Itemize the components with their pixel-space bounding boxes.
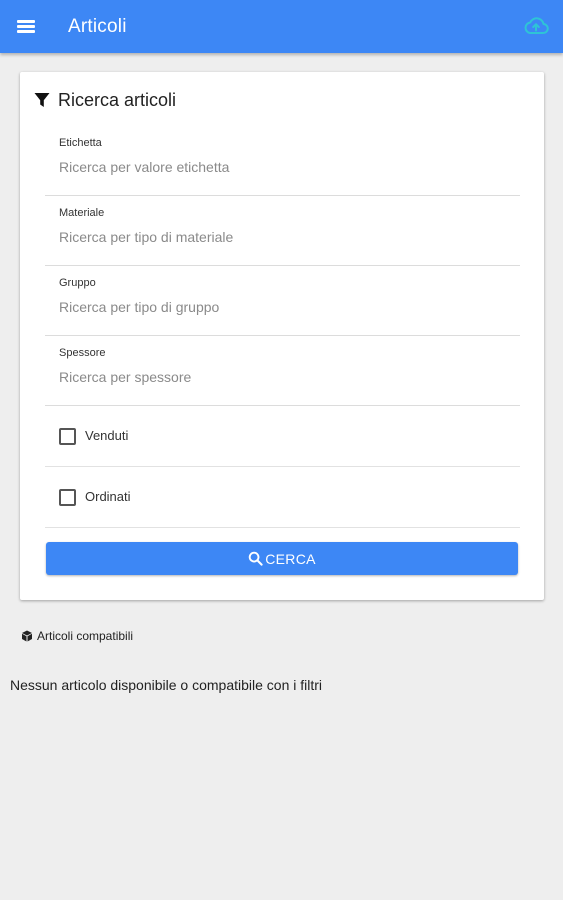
- compatible-articles-label: Articoli compatibili: [37, 629, 134, 643]
- ordinati-checkbox-row[interactable]: Ordinati: [45, 467, 520, 528]
- filter-icon: [34, 93, 50, 107]
- materiale-label: Materiale: [59, 207, 105, 219]
- etichetta-label: Etichetta: [59, 137, 102, 149]
- app-bar: Articoli: [0, 0, 563, 53]
- card-title: Ricerca articoli: [58, 89, 177, 110]
- page-title: Articoli: [68, 16, 127, 37]
- spessore-label: Spessore: [59, 347, 106, 359]
- venduti-label: Venduti: [85, 428, 129, 443]
- gruppo-field: Gruppo: [45, 266, 520, 336]
- ordinati-checkbox[interactable]: [59, 489, 76, 506]
- menu-icon[interactable]: [17, 17, 37, 35]
- compatible-articles-header: Articoli compatibili: [21, 628, 133, 644]
- search-button-label: CERCA: [265, 550, 316, 567]
- etichetta-field: Etichetta: [45, 126, 520, 196]
- materiale-field: Materiale: [45, 196, 520, 266]
- materiale-input[interactable]: [59, 226, 499, 248]
- spessore-input[interactable]: [59, 366, 499, 388]
- card-header: Ricerca articoli: [34, 88, 176, 112]
- search-icon: [248, 551, 263, 566]
- cloud-upload-icon[interactable]: [523, 14, 549, 38]
- spessore-field: Spessore: [45, 336, 520, 406]
- search-button[interactable]: CERCA: [46, 542, 518, 575]
- ordinati-label: Ordinati: [85, 489, 131, 504]
- etichetta-input[interactable]: [59, 156, 499, 178]
- empty-results-message: Nessun articolo disponibile o compatibil…: [10, 677, 323, 693]
- venduti-checkbox-row[interactable]: Venduti: [45, 406, 520, 467]
- gruppo-input[interactable]: [59, 296, 499, 318]
- cube-icon: [22, 630, 32, 642]
- venduti-checkbox[interactable]: [59, 428, 76, 445]
- search-card: Ricerca articoli Etichetta Materiale Gru…: [20, 72, 544, 600]
- gruppo-label: Gruppo: [59, 277, 96, 289]
